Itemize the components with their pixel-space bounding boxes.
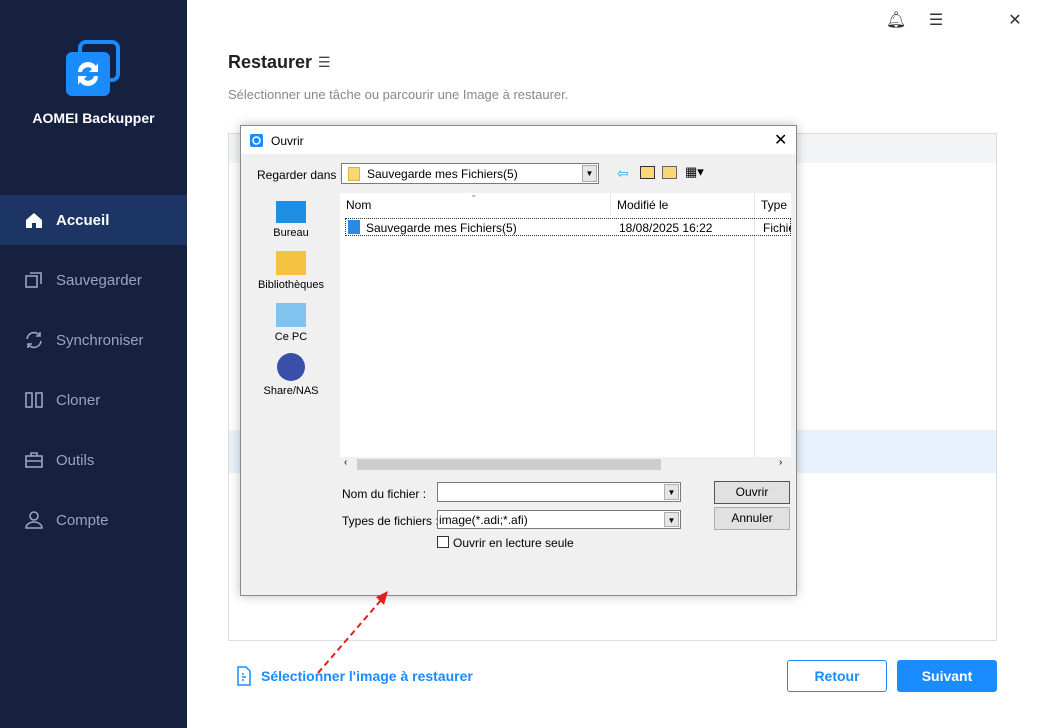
place-share-nas[interactable]: Share/NAS [248, 353, 334, 397]
place-label: Share/NAS [263, 385, 319, 397]
filename-input[interactable]: ▼ [437, 482, 681, 502]
libraries-icon [276, 251, 306, 275]
look-in-combo[interactable]: Sauvegarde mes Fichiers(5) ▼ [341, 163, 599, 184]
next-button[interactable]: Suivant [897, 660, 997, 692]
horizontal-scrollbar[interactable]: ‹ › [340, 457, 791, 472]
column-nom[interactable]: Nom [340, 193, 611, 215]
place-ce-pc[interactable]: Ce PC [248, 303, 334, 343]
sync-icon [26, 331, 42, 349]
place-label: Ce PC [274, 331, 308, 343]
sidebar-item-sauvegarder[interactable]: Sauvegarder [0, 255, 187, 305]
sidebar-item-label: Sauvegarder [56, 271, 142, 289]
sidebar-item-label: Accueil [56, 211, 110, 229]
app-name: AOMEI Backupper [32, 110, 155, 126]
scroll-left-icon[interactable]: ‹ [344, 457, 347, 468]
column-type[interactable]: Type [755, 193, 791, 215]
open-dialog: Ouvrir ✕ Regarder dans : Sauvegarde mes … [240, 125, 797, 596]
scrollbar-thumb[interactable] [357, 459, 661, 470]
clone-icon [25, 392, 43, 408]
place-label: Bibliothèques [257, 279, 325, 291]
page-subtitle: Sélectionner une tâche ou parcourir une … [228, 87, 569, 102]
place-label: Bureau [273, 227, 309, 239]
filetype-select[interactable]: image(*.adi;*.afi) ▼ [437, 510, 681, 529]
back-icon[interactable]: ⇦ [617, 165, 629, 182]
close-icon[interactable]: ✕ [1004, 10, 1026, 32]
file-type: Fichie [763, 221, 791, 235]
view-menu-icon[interactable]: ▦▾ [685, 164, 704, 180]
menu-icon[interactable]: ☰ [925, 10, 947, 32]
select-image-link[interactable]: Sélectionner l'image à restaurer [261, 668, 473, 684]
app-icon [250, 134, 263, 147]
scroll-right-icon[interactable]: › [779, 457, 782, 468]
place-bureau[interactable]: Bureau [248, 201, 334, 239]
look-in-value: Sauvegarde mes Fichiers(5) [367, 167, 518, 181]
sidebar-item-accueil[interactable]: Accueil [0, 195, 187, 245]
network-icon [277, 353, 305, 381]
dropdown-arrow-icon[interactable]: ▼ [582, 165, 597, 182]
readonly-checkbox[interactable] [437, 536, 449, 548]
sidebar-item-label: Outils [56, 451, 95, 469]
annotation-arrow [317, 591, 388, 674]
up-folder-icon[interactable] [640, 166, 655, 179]
sidebar-item-label: Synchroniser [56, 331, 144, 349]
open-button[interactable]: Ouvrir [714, 481, 790, 504]
cancel-button[interactable]: Annuler [714, 507, 790, 530]
sidebar-item-label: Compte [56, 511, 109, 529]
place-bibliotheques[interactable]: Bibliothèques [248, 251, 334, 291]
sidebar-item-synchroniser[interactable]: Synchroniser [0, 315, 187, 365]
look-in-label: Regarder dans : [257, 168, 344, 182]
computer-icon [276, 303, 306, 327]
toolbox-icon [25, 452, 43, 468]
backup-file-icon [348, 220, 360, 234]
column-label: Nom [346, 198, 372, 212]
image-file-icon [237, 666, 251, 686]
places-bar: Bureau Bibliothèques Ce PC Share/NAS [248, 193, 334, 457]
readonly-label: Ouvrir en lecture seule [453, 536, 574, 550]
sidebar-item-cloner[interactable]: Cloner [0, 375, 187, 425]
filename-label: Nom du fichier : [342, 487, 427, 501]
back-button[interactable]: Retour [787, 660, 887, 692]
file-row[interactable]: Sauvegarde mes Fichiers(5) 18/08/2025 16… [345, 218, 791, 236]
dialog-titlebar: Ouvrir ✕ [241, 126, 796, 154]
page-title: Restaurer [228, 52, 313, 72]
filetype-label: Types de fichiers : [342, 514, 439, 528]
sidebar-item-label: Cloner [56, 391, 101, 409]
copy-icon [25, 272, 42, 288]
file-modified: 18/08/2025 16:22 [619, 221, 713, 235]
dropdown-arrow-icon[interactable]: ▼ [664, 484, 679, 500]
desktop-icon [276, 201, 306, 223]
aomei-logo-icon [66, 40, 120, 96]
dialog-close-icon[interactable]: ✕ [774, 130, 787, 150]
user-icon [25, 511, 43, 529]
sidebar: AOMEI Backupper Accueil Sauvegarder Sync… [0, 0, 187, 728]
dialog-title: Ouvrir [271, 134, 304, 148]
file-list: ⌄ Nom Modifié le Type Sauvegarde mes Fic… [340, 189, 791, 472]
bell-icon[interactable]: 🔔︎ [885, 10, 907, 32]
column-label: Type [761, 198, 788, 212]
new-folder-icon[interactable] [662, 166, 677, 179]
home-icon [26, 213, 42, 228]
file-name: Sauvegarde mes Fichiers(5) [366, 221, 517, 235]
sidebar-item-compte[interactable]: Compte [0, 495, 187, 545]
sidebar-item-outils[interactable]: Outils [0, 435, 187, 485]
filetype-value: image(*.adi;*.afi) [439, 513, 528, 527]
column-label: Modifié le [617, 198, 669, 212]
dropdown-arrow-icon[interactable]: ▼ [664, 512, 679, 527]
filter-icon[interactable]: ☰ [318, 54, 331, 71]
folder-icon [348, 167, 360, 181]
